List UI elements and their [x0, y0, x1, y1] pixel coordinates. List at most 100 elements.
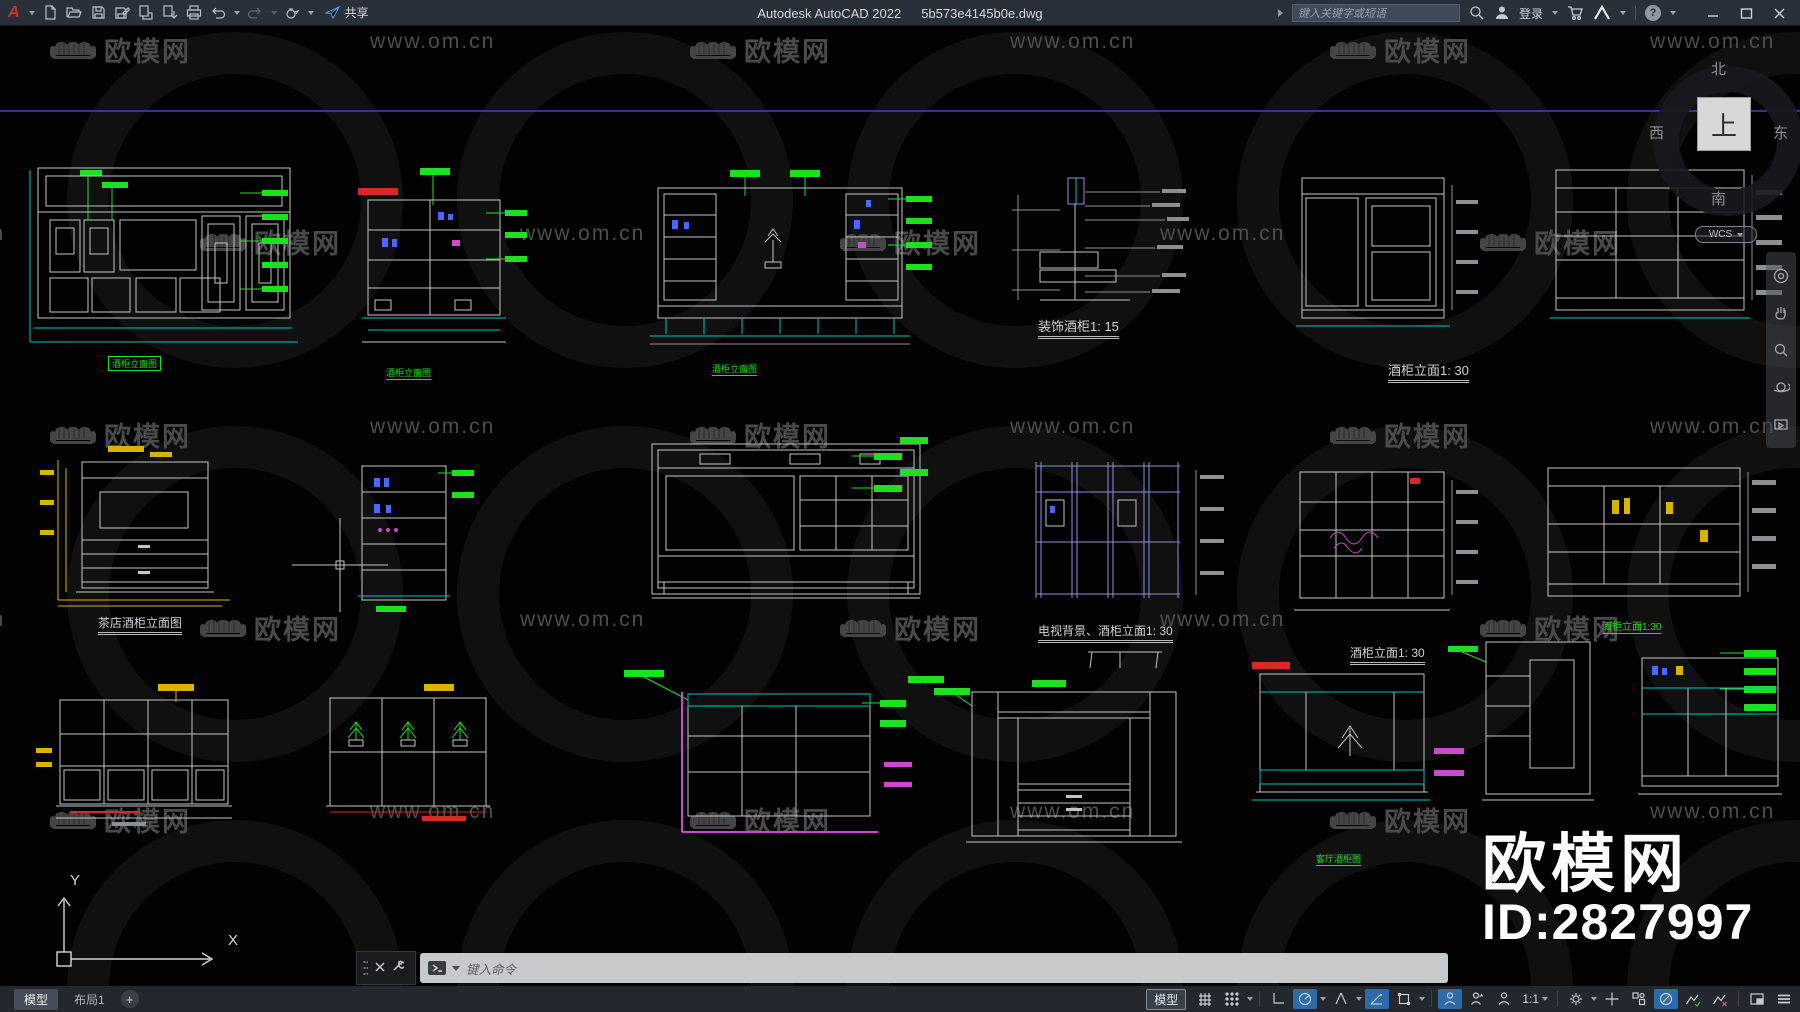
polar-tracking-toggle-icon[interactable]: [1293, 989, 1318, 1009]
palette-close-icon[interactable]: [375, 959, 385, 977]
viewcube-top-face[interactable]: 上: [1697, 97, 1751, 151]
undo-icon[interactable]: [210, 4, 227, 21]
help-icon[interactable]: ?: [1645, 5, 1661, 21]
zoom-icon[interactable]: [1772, 341, 1790, 359]
status-toggles: 模型 1:1: [1146, 986, 1796, 1012]
command-palette-handle[interactable]: [356, 951, 416, 985]
open-from-web-icon[interactable]: [138, 4, 155, 21]
command-input[interactable]: 键入命令: [420, 953, 1448, 983]
object-snap-caret-icon[interactable]: [1419, 997, 1426, 1001]
compass-north[interactable]: 北: [1711, 58, 1726, 79]
cad-elevation-2[interactable]: [358, 168, 527, 343]
annotation-scale-value[interactable]: 1:1: [1519, 992, 1551, 1006]
cart-icon[interactable]: [1567, 5, 1584, 21]
save-icon[interactable]: [90, 4, 107, 21]
isolate-objects-icon[interactable]: [1627, 989, 1651, 1009]
titlebar-right-tools: 键入关键字或短语 登录 ?: [1277, 0, 1800, 26]
close-button[interactable]: [1773, 7, 1786, 20]
cad-elevation-3[interactable]: [650, 170, 932, 345]
workspace-caret-icon[interactable]: [1591, 997, 1597, 1001]
undo-caret-icon[interactable]: [233, 10, 240, 15]
login-caret-icon[interactable]: [1552, 11, 1558, 15]
search-input[interactable]: 键入关键字或短语: [1291, 4, 1460, 22]
cad-elevation-13[interactable]: [36, 684, 232, 826]
cad-elevation-15[interactable]: [624, 670, 912, 833]
redo-caret-icon[interactable]: [270, 10, 277, 15]
render-icon[interactable]: [284, 4, 301, 21]
graphics-warning-icon[interactable]: [1708, 989, 1732, 1009]
cad-elevation-17[interactable]: [1252, 662, 1464, 801]
redo-icon[interactable]: [247, 4, 264, 21]
user-icon[interactable]: [1494, 5, 1510, 21]
app-title: Autodesk AutoCAD 2022: [757, 5, 902, 21]
object-snap-toggle-icon[interactable]: [1392, 989, 1416, 1009]
compass-west[interactable]: 西: [1649, 122, 1664, 143]
annotation-scale-icon[interactable]: [1492, 989, 1516, 1009]
annotation-visibility-icon[interactable]: [1438, 989, 1463, 1009]
help-caret-icon[interactable]: [1670, 11, 1676, 15]
clean-screen-icon[interactable]: [1745, 989, 1769, 1009]
grid-toggle-icon[interactable]: [1193, 989, 1217, 1009]
orbit-icon[interactable]: [1772, 378, 1790, 396]
autoscale-icon[interactable]: [1465, 989, 1489, 1009]
wcs-selector[interactable]: WCS: [1695, 226, 1757, 243]
object-snap-tracking-toggle-icon[interactable]: [1365, 989, 1390, 1009]
showmotion-icon[interactable]: [1772, 415, 1790, 433]
cad-elevation-7[interactable]: [40, 446, 230, 607]
app-menu-caret-icon[interactable]: [28, 10, 35, 15]
login-button[interactable]: 登录: [1519, 5, 1543, 22]
cad-elevation-16[interactable]: [908, 676, 1182, 843]
upload-to-web-icon[interactable]: [162, 4, 179, 21]
autodesk-logo-icon[interactable]: [1593, 5, 1611, 21]
cad-elevation-18[interactable]: [1448, 641, 1594, 801]
save-as-icon[interactable]: [114, 4, 131, 21]
snap-toggle-icon[interactable]: [1220, 989, 1244, 1009]
palette-grip-icon[interactable]: [363, 960, 368, 976]
share-button[interactable]: 共享: [324, 4, 369, 21]
autodesk-caret-icon[interactable]: [1620, 11, 1626, 15]
polar-caret-icon[interactable]: [1320, 997, 1327, 1001]
isodraft-toggle-icon[interactable]: [1329, 989, 1353, 1009]
search-icon[interactable]: [1469, 5, 1485, 21]
cad-elevation-10[interactable]: [1035, 462, 1224, 598]
cad-elevation-11[interactable]: [1294, 471, 1478, 611]
new-layout-button[interactable]: +: [120, 990, 139, 1008]
search-expand-icon[interactable]: [1277, 9, 1283, 17]
palette-customize-icon[interactable]: [392, 959, 406, 977]
tab-layout1[interactable]: 布局1: [64, 989, 115, 1010]
crosshair-units-icon[interactable]: [1600, 989, 1624, 1009]
cad-elevation-5[interactable]: [1296, 177, 1478, 327]
pan-icon[interactable]: [1772, 304, 1790, 322]
maximize-button[interactable]: [1740, 7, 1753, 20]
plot-icon[interactable]: [186, 4, 203, 21]
cad-table-sketch[interactable]: [1088, 651, 1162, 669]
graphics-performance-icon[interactable]: [1681, 989, 1705, 1009]
customization-menu-icon[interactable]: [1772, 989, 1796, 1009]
command-history-caret-icon[interactable]: [452, 965, 460, 971]
snap-caret-icon[interactable]: [1247, 997, 1254, 1001]
hardware-acceleration-icon[interactable]: [1654, 989, 1678, 1009]
share-label: 共享: [344, 6, 369, 20]
tab-model[interactable]: 模型: [14, 988, 59, 1010]
ortho-toggle-icon[interactable]: [1266, 989, 1290, 1009]
model-space-toggle[interactable]: 模型: [1146, 988, 1187, 1010]
autocad-app-menu-icon[interactable]: A: [6, 4, 22, 22]
open-file-icon[interactable]: [66, 4, 83, 21]
workspace-gear-icon[interactable]: [1564, 989, 1588, 1009]
command-prompt-icon: [428, 961, 446, 975]
new-file-icon[interactable]: [42, 4, 59, 21]
qat-more-caret-icon[interactable]: [307, 10, 314, 15]
minimize-button[interactable]: [1707, 7, 1720, 20]
cad-section-4[interactable]: [1012, 177, 1189, 301]
cad-elevation-8[interactable]: [358, 465, 474, 612]
model-space-canvas[interactable]: 欧模网 www.om.cn 欧模网 www.om.cn 欧模网 www.om.cn 欧模网 w…: [0, 26, 1800, 986]
cad-elevation-19[interactable]: [1638, 650, 1782, 795]
nav-wheel-icon[interactable]: [1772, 267, 1790, 285]
cad-elevation-12[interactable]: [1547, 467, 1776, 597]
compass-east[interactable]: 东: [1773, 122, 1788, 143]
isodraft-caret-icon[interactable]: [1356, 997, 1363, 1001]
cad-elevation-1[interactable]: [29, 167, 298, 343]
cad-elevation-14[interactable]: [326, 684, 490, 821]
cad-elevation-9[interactable]: [651, 437, 928, 599]
compass-south[interactable]: 南: [1711, 188, 1726, 209]
